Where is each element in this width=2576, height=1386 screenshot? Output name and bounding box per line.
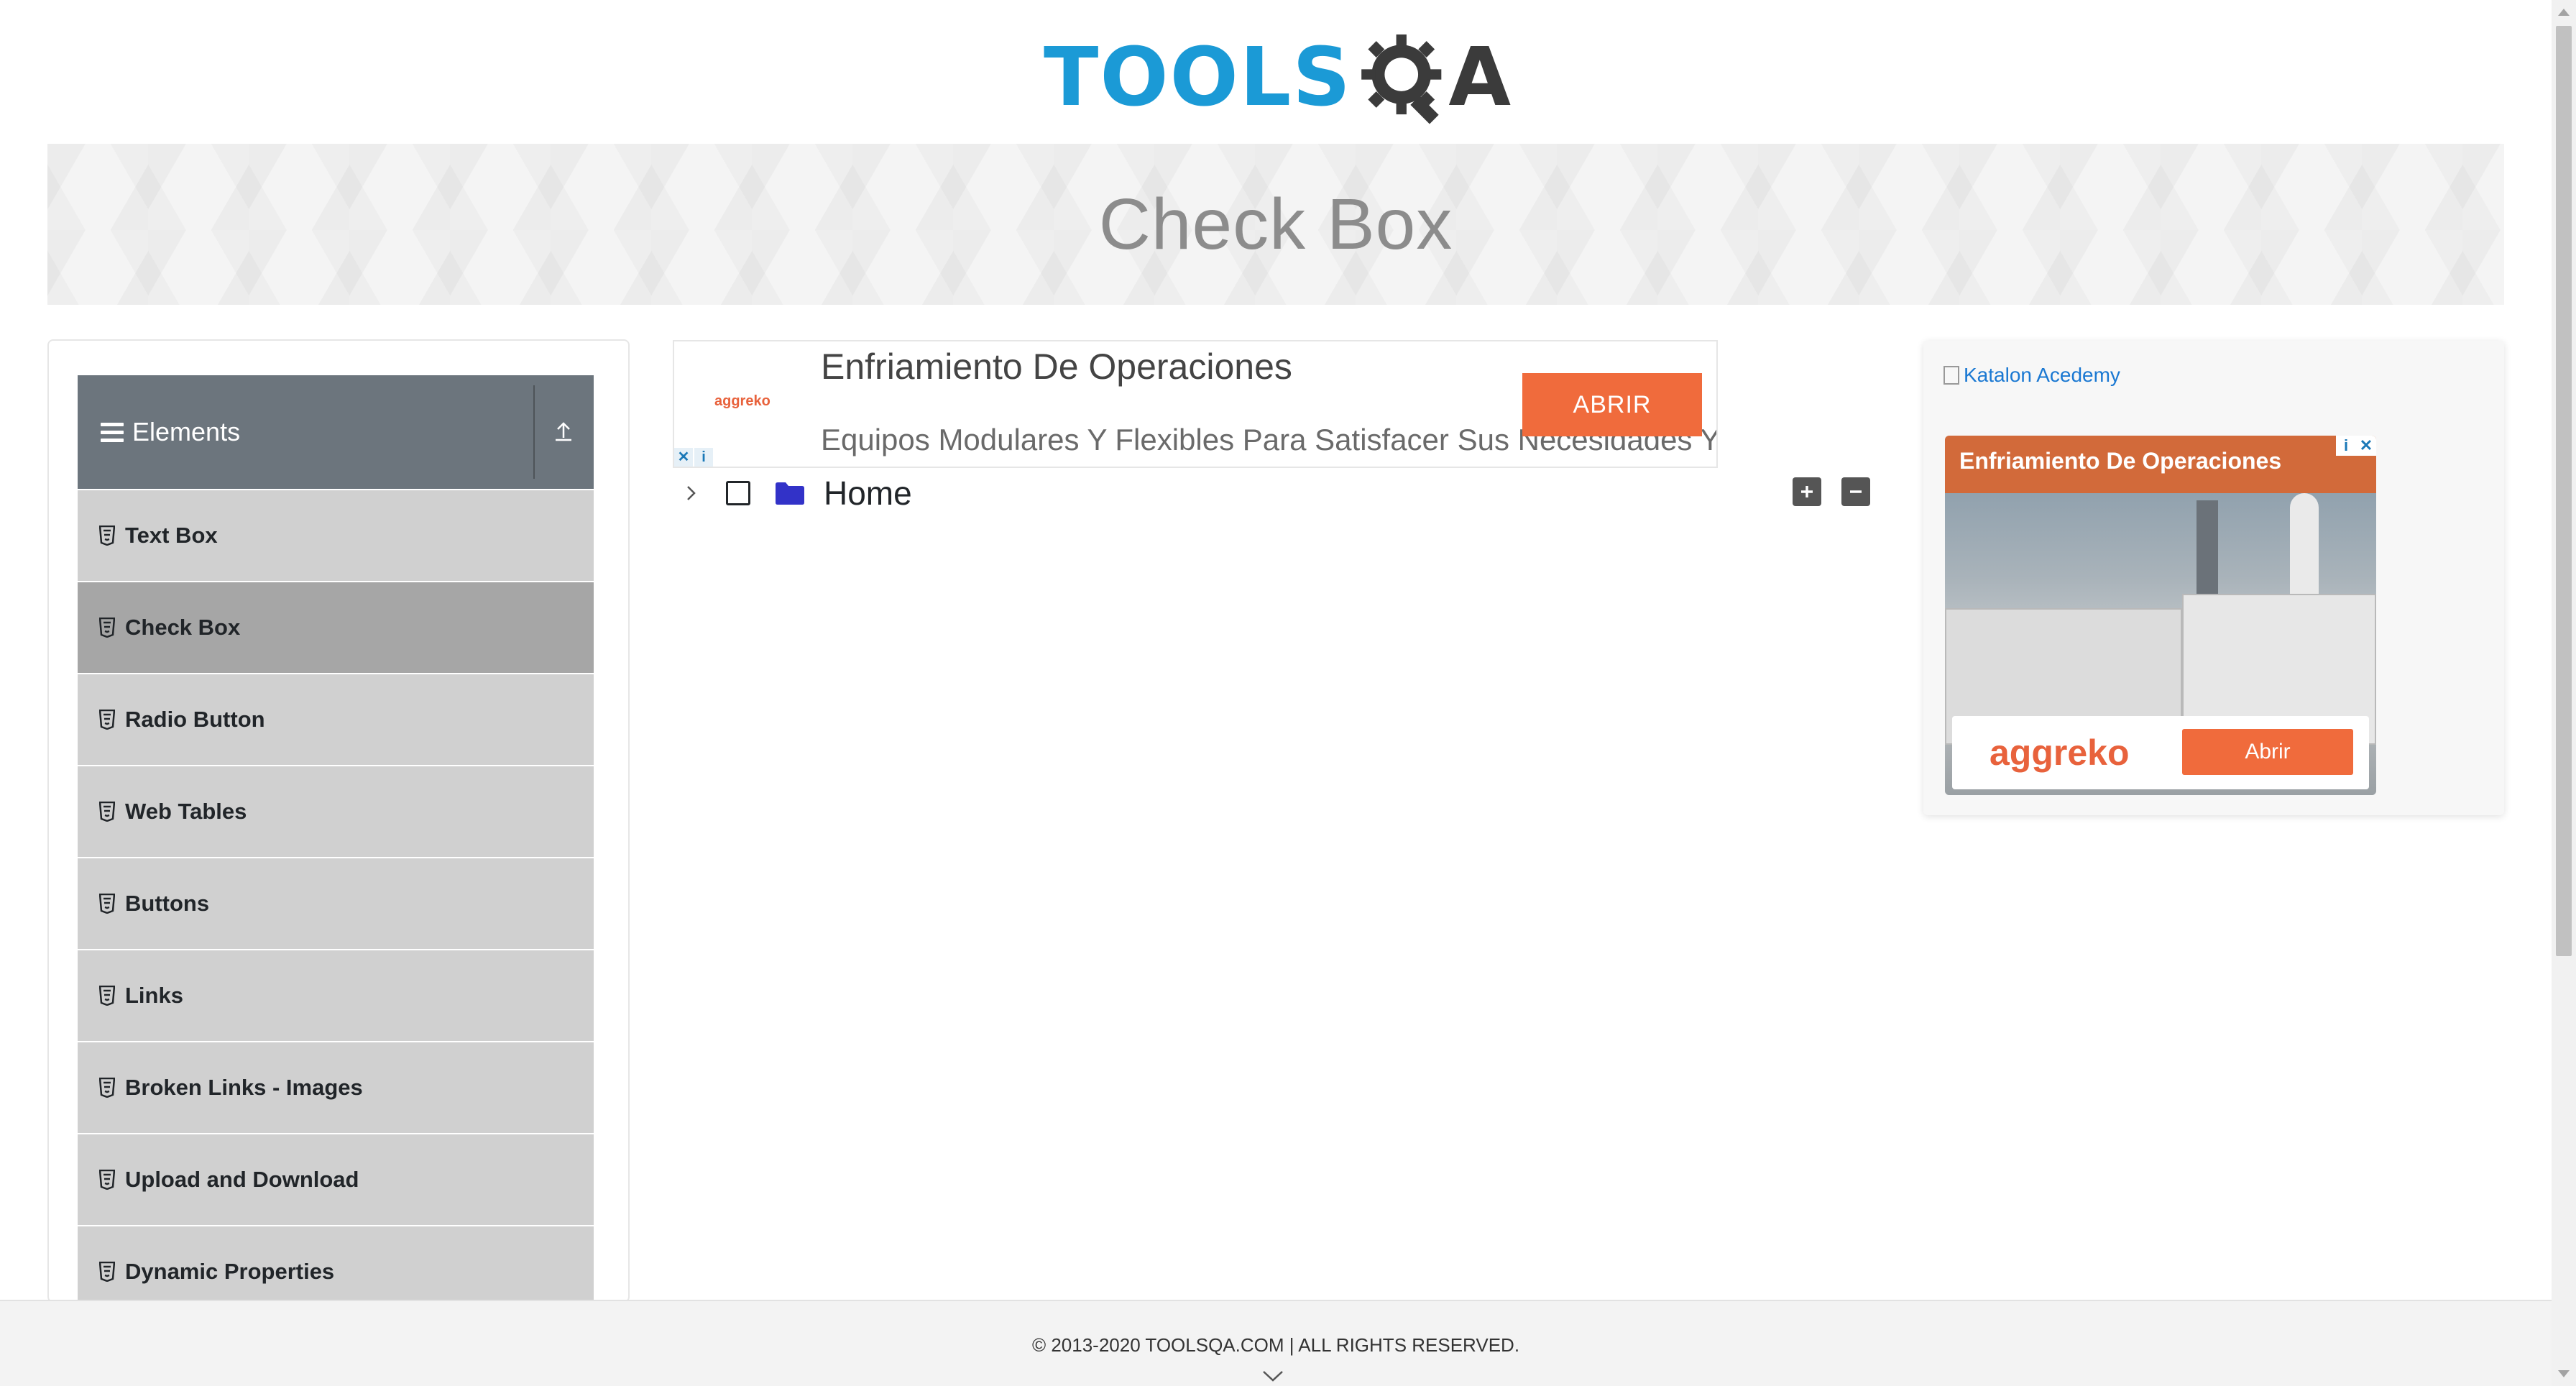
sidebar-item-dynamic-properties[interactable]: Dynamic Properties xyxy=(78,1226,594,1301)
sidebar-item-label: Web Tables xyxy=(125,799,247,824)
html5-icon xyxy=(99,618,115,638)
header-divider xyxy=(533,385,535,479)
page: TOOLS A Check Box Elements Text Box Chec… xyxy=(0,0,2576,1386)
home-checkbox[interactable] xyxy=(726,481,750,505)
sidebar-item-label: Links xyxy=(125,983,183,1008)
sidebar-item-label: Text Box xyxy=(125,523,218,548)
info-icon[interactable]: i xyxy=(694,448,713,467)
aggreko-ad-card[interactable]: Enfriamiento De Operaciones i ✕ aggreko … xyxy=(1945,436,2376,795)
sidebar-item-upload-and-download[interactable]: Upload and Download xyxy=(78,1134,594,1226)
scroll-down-icon[interactable] xyxy=(2558,1370,2570,1377)
info-icon[interactable]: i xyxy=(2336,436,2356,456)
ad-open-button[interactable]: ABRIR xyxy=(1522,373,1702,436)
collapse-all-button[interactable] xyxy=(1841,477,1870,506)
sidebar-item-web-tables[interactable]: Web Tables xyxy=(78,766,594,858)
html5-icon xyxy=(99,894,115,914)
page-title: Check Box xyxy=(1098,183,1453,265)
html5-icon xyxy=(99,1262,115,1282)
sidebar-item-check-box[interactable]: Check Box xyxy=(78,582,594,674)
page-banner: Check Box xyxy=(47,144,2504,305)
broken-image-icon xyxy=(1944,366,1959,385)
right-ad-panel: Katalon Acedemy Enfriamiento De Operacio… xyxy=(1923,341,2504,815)
html5-icon xyxy=(99,802,115,822)
chevron-right-icon[interactable] xyxy=(680,482,702,504)
html5-icon xyxy=(99,986,115,1006)
ad-brand-logo: aggreko xyxy=(1990,733,2130,773)
sidebar-item-label: Radio Button xyxy=(125,707,265,732)
scroll-up-icon[interactable] xyxy=(2558,9,2570,16)
sidebar-item-label: Upload and Download xyxy=(125,1167,359,1192)
sidebar-item-broken-links-images[interactable]: Broken Links - Images xyxy=(78,1042,594,1134)
sidebar-item-label: Buttons xyxy=(125,891,210,916)
sidebar: Elements Text Box Check Box Radio Button xyxy=(47,339,630,1303)
footer: © 2013-2020 TOOLSQA.COM | ALL RIGHTS RES… xyxy=(0,1300,2552,1386)
scrollbar-thumb[interactable] xyxy=(2556,26,2572,956)
sidebar-item-links[interactable]: Links xyxy=(78,950,594,1042)
ad-card-title: Enfriamiento De Operaciones xyxy=(1945,436,2376,493)
folder-icon xyxy=(776,482,804,505)
tree-node-home: Home xyxy=(680,472,912,515)
ad-choices[interactable]: i ✕ xyxy=(2336,436,2376,456)
sidebar-item-buttons[interactable]: Buttons xyxy=(78,858,594,950)
close-icon[interactable]: ✕ xyxy=(674,448,693,467)
logo-text: TOOLS xyxy=(1044,31,1352,124)
ad-choices[interactable]: ✕ i xyxy=(674,448,713,467)
plus-icon xyxy=(1801,486,1813,497)
sidebar-item-label: Broken Links - Images xyxy=(125,1075,363,1100)
copyright-text: © 2013-2020 TOOLSQA.COM | ALL RIGHTS RES… xyxy=(1031,1334,1520,1356)
elements-group-header[interactable]: Elements xyxy=(78,375,594,489)
page-scrollbar[interactable] xyxy=(2552,0,2576,1386)
chevron-down-icon[interactable] xyxy=(1261,1369,1285,1383)
sidebar-item-label: Dynamic Properties xyxy=(125,1259,335,1284)
ad-headline: Enfriamiento De Operaciones xyxy=(821,346,1292,387)
ad-brand: aggreko xyxy=(714,393,770,409)
sidebar-item-label: Check Box xyxy=(125,615,241,640)
html5-icon xyxy=(99,526,115,546)
html5-icon xyxy=(99,1078,115,1098)
html5-icon xyxy=(99,710,115,730)
toolsqa-logo[interactable]: TOOLS A xyxy=(1044,20,1511,135)
top-ad-banner[interactable]: aggreko Enfriamiento De Operaciones Equi… xyxy=(673,340,1718,468)
tree-node-label[interactable]: Home xyxy=(824,474,912,513)
ad-card-footer: aggreko Abrir xyxy=(1952,716,2369,789)
collapse-group-button[interactable] xyxy=(543,411,584,451)
arrow-up-icon xyxy=(556,422,571,441)
gear-magnifier-icon xyxy=(1361,34,1442,124)
menu-icon xyxy=(101,422,124,442)
logo-text-a: A xyxy=(1448,31,1511,124)
close-icon[interactable]: ✕ xyxy=(2356,436,2376,456)
katalon-academy-link[interactable]: Katalon Acedemy xyxy=(1944,364,2120,387)
ad-abrir-button[interactable]: Abrir xyxy=(2182,729,2353,775)
katalon-alt-text: Katalon Acedemy xyxy=(1964,364,2120,386)
sidebar-item-text-box[interactable]: Text Box xyxy=(78,490,594,582)
expand-all-button[interactable] xyxy=(1793,477,1821,506)
minus-icon xyxy=(1850,490,1862,493)
group-title: Elements xyxy=(132,417,241,446)
sidebar-menu: Text Box Check Box Radio Button Web Tabl… xyxy=(78,490,594,1301)
sidebar-item-radio-button[interactable]: Radio Button xyxy=(78,674,594,766)
html5-icon xyxy=(99,1170,115,1190)
